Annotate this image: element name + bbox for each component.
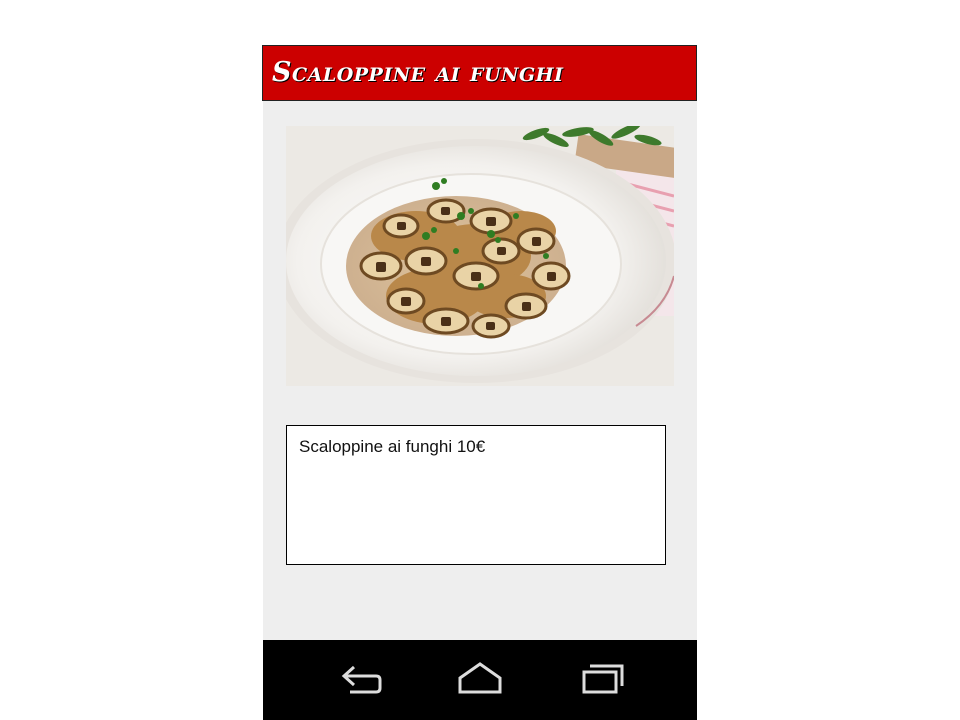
phone-screen: Scaloppine ai funghi Scaloppine ai fungh… — [262, 45, 697, 720]
back-button[interactable] — [336, 658, 384, 702]
home-icon — [458, 662, 502, 694]
page-title: Scaloppine ai funghi — [272, 57, 564, 88]
back-arrow-icon — [341, 665, 382, 694]
recent-apps-icon — [582, 664, 624, 694]
description-text: Scaloppine ai funghi 10€ — [299, 437, 486, 456]
recent-apps-button[interactable] — [578, 658, 626, 702]
description-field[interactable]: Scaloppine ai funghi 10€ — [286, 425, 666, 565]
dish-photo — [286, 126, 674, 386]
home-button[interactable] — [456, 658, 504, 702]
dish-photo-graphic — [286, 126, 674, 386]
android-nav-bar — [263, 640, 697, 720]
title-bar: Scaloppine ai funghi — [262, 45, 697, 101]
